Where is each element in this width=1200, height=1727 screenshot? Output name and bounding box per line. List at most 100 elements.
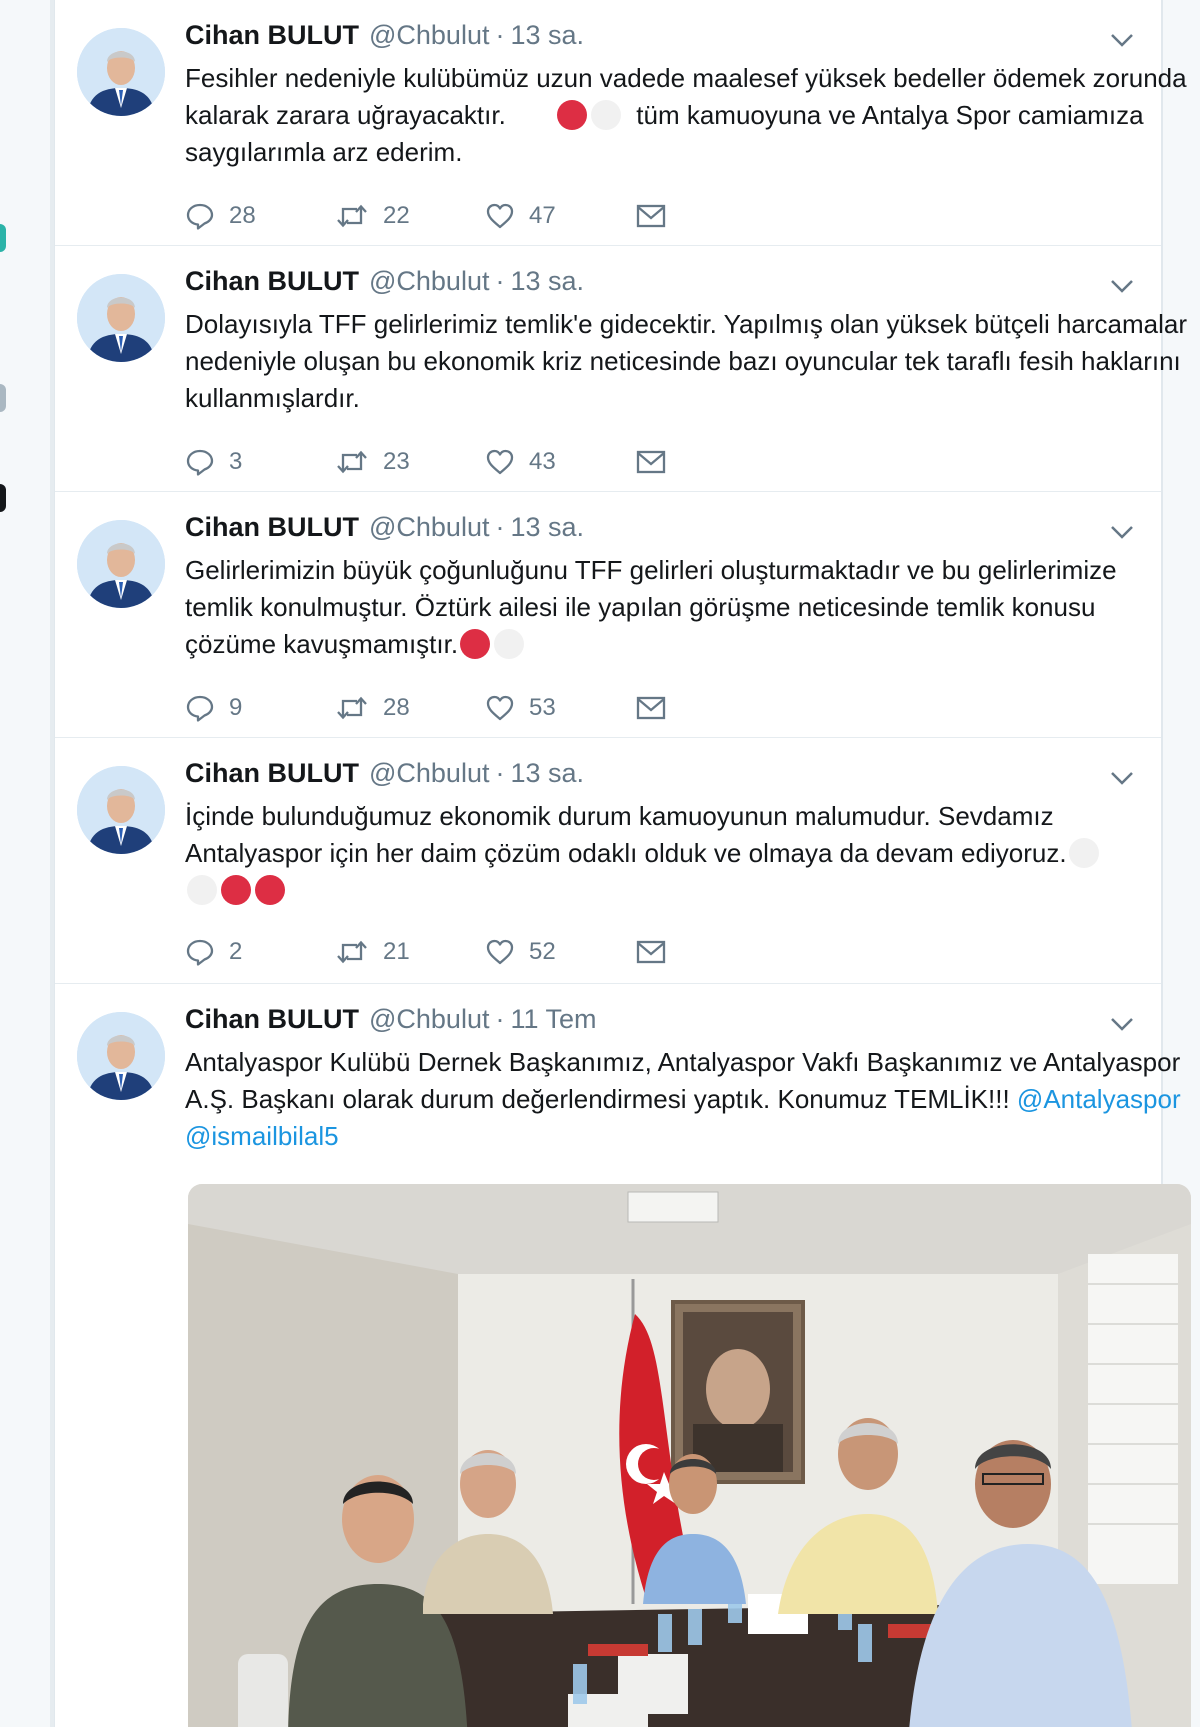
chevron-down-icon[interactable]: [1109, 30, 1135, 50]
avatar[interactable]: [77, 28, 165, 116]
reply-button[interactable]: 2: [185, 937, 335, 967]
red-circle-emoji-icon: [557, 100, 588, 130]
tweet-text: Fesihler nedeniyle kulübümüz uzun vadede…: [185, 60, 1190, 171]
white-circle-emoji-icon: [187, 875, 217, 905]
reply-button[interactable]: 28: [185, 201, 335, 231]
timestamp[interactable]: 13 sa.: [510, 266, 584, 297]
tweet-text-part: İçinde bulunduğumuz ekonomik durum kamuo…: [185, 801, 1067, 868]
retweet-button[interactable]: 22: [335, 201, 485, 231]
envelope-icon: [635, 937, 667, 967]
tweet-text: Gelirlerimizin büyük çoğunluğunu TFF gel…: [185, 552, 1190, 663]
tweet-header: Cihan BULUT @Chbulut · 13 sa.: [185, 20, 584, 60]
timestamp[interactable]: 13 sa.: [510, 758, 584, 789]
sidebar-marker: [0, 384, 6, 412]
direct-message-button[interactable]: [635, 447, 667, 477]
user-name[interactable]: Cihan BULUT: [185, 266, 359, 297]
sidebar-marker: [0, 484, 6, 512]
like-button[interactable]: 53: [485, 693, 635, 723]
tweet-photo[interactable]: [188, 1184, 1191, 1727]
timestamp[interactable]: 13 sa.: [510, 512, 584, 543]
tweet-timeline: Cihan BULUT @Chbulut · 13 sa. Fesihler n…: [54, 0, 1191, 1727]
tweet-text: Antalyaspor Kulübü Dernek Başkanımız, An…: [185, 1044, 1190, 1155]
separator: ·: [495, 20, 505, 50]
mention-link[interactable]: @ismailbilal5: [185, 1121, 339, 1151]
reply-icon: [185, 937, 215, 967]
user-handle[interactable]: @Chbulut: [369, 758, 489, 789]
chevron-down-icon[interactable]: [1109, 768, 1135, 788]
reply-count: 28: [229, 202, 256, 229]
tweet-actions: 2 21 52: [185, 934, 667, 970]
retweet-count: 22: [383, 202, 410, 229]
direct-message-button[interactable]: [635, 201, 667, 231]
tweet-header: Cihan BULUT @Chbulut · 11 Tem: [185, 1004, 597, 1044]
envelope-icon: [635, 201, 667, 231]
user-handle[interactable]: @Chbulut: [369, 266, 489, 297]
like-button[interactable]: 43: [485, 447, 635, 477]
user-handle[interactable]: @Chbulut: [369, 512, 489, 543]
chevron-down-icon[interactable]: [1109, 276, 1135, 296]
reply-icon: [185, 447, 215, 477]
sidebar-marker: [0, 224, 6, 252]
timestamp[interactable]: 13 sa.: [510, 20, 584, 51]
retweet-count: 28: [383, 694, 410, 721]
reply-icon: [185, 201, 215, 231]
separator: ·: [495, 758, 505, 788]
tweet-text-part: Gelirlerimizin büyük çoğunluğunu TFF gel…: [185, 555, 1117, 659]
tweet[interactable]: Cihan BULUT @Chbulut · 13 sa. Gelirlerim…: [55, 492, 1161, 738]
user-handle[interactable]: @Chbulut: [369, 20, 489, 51]
reply-count: 3: [229, 448, 243, 475]
direct-message-button[interactable]: [635, 937, 667, 967]
reply-icon: [185, 693, 215, 723]
user-handle[interactable]: @Chbulut: [369, 1004, 489, 1035]
tweet[interactable]: Cihan BULUT @Chbulut · 11 Tem Antalyaspo…: [55, 984, 1191, 1727]
white-circle-emoji-icon: [494, 629, 525, 659]
tweet[interactable]: Cihan BULUT @Chbulut · 13 sa. Dolayısıyl…: [55, 246, 1187, 492]
tweet-header: Cihan BULUT @Chbulut · 13 sa.: [185, 758, 584, 798]
avatar[interactable]: [77, 274, 165, 362]
mention-link[interactable]: @Antalyaspor: [1017, 1084, 1181, 1114]
red-circle-emoji-icon: [460, 629, 491, 659]
envelope-icon: [635, 693, 667, 723]
tweet-actions: 3 23 43: [185, 444, 667, 480]
red-circle-emoji-icon: [221, 875, 251, 905]
like-button[interactable]: 52: [485, 937, 635, 967]
envelope-icon: [635, 447, 667, 477]
tweet[interactable]: Cihan BULUT @Chbulut · 13 sa. İçinde bul…: [55, 738, 1161, 984]
tweet-header: Cihan BULUT @Chbulut · 13 sa.: [185, 512, 584, 552]
direct-message-button[interactable]: [635, 693, 667, 723]
user-name[interactable]: Cihan BULUT: [185, 1004, 359, 1035]
separator: ·: [495, 512, 505, 542]
user-name[interactable]: Cihan BULUT: [185, 20, 359, 51]
separator: ·: [495, 1004, 505, 1034]
reply-count: 9: [229, 694, 243, 721]
like-button[interactable]: 47: [485, 201, 635, 231]
retweet-button[interactable]: 21: [335, 937, 485, 967]
red-circle-emoji-icon: [255, 875, 285, 905]
like-count: 53: [529, 694, 556, 721]
retweet-icon: [335, 693, 369, 723]
retweet-count: 21: [383, 938, 410, 965]
like-count: 47: [529, 202, 556, 229]
avatar[interactable]: [77, 520, 165, 608]
separator: ·: [495, 266, 505, 296]
reply-button[interactable]: 9: [185, 693, 335, 723]
tweet[interactable]: Cihan BULUT @Chbulut · 13 sa. Fesihler n…: [55, 0, 1187, 246]
user-name[interactable]: Cihan BULUT: [185, 758, 359, 789]
reply-button[interactable]: 3: [185, 447, 335, 477]
timestamp[interactable]: 11 Tem: [510, 1004, 596, 1035]
heart-icon: [485, 201, 515, 231]
retweet-icon: [335, 447, 369, 477]
retweet-icon: [335, 201, 369, 231]
chevron-down-icon[interactable]: [1109, 522, 1135, 542]
white-circle-emoji-icon: [1068, 838, 1099, 868]
white-circle-emoji-icon: [591, 100, 622, 130]
avatar[interactable]: [77, 766, 165, 854]
user-name[interactable]: Cihan BULUT: [185, 512, 359, 543]
retweet-count: 23: [383, 448, 410, 475]
retweet-button[interactable]: 23: [335, 447, 485, 477]
tweet-actions: 9 28 53: [185, 690, 667, 726]
avatar[interactable]: [77, 1012, 165, 1100]
chevron-down-icon[interactable]: [1109, 1014, 1135, 1034]
retweet-button[interactable]: 28: [335, 693, 485, 723]
heart-icon: [485, 447, 515, 477]
